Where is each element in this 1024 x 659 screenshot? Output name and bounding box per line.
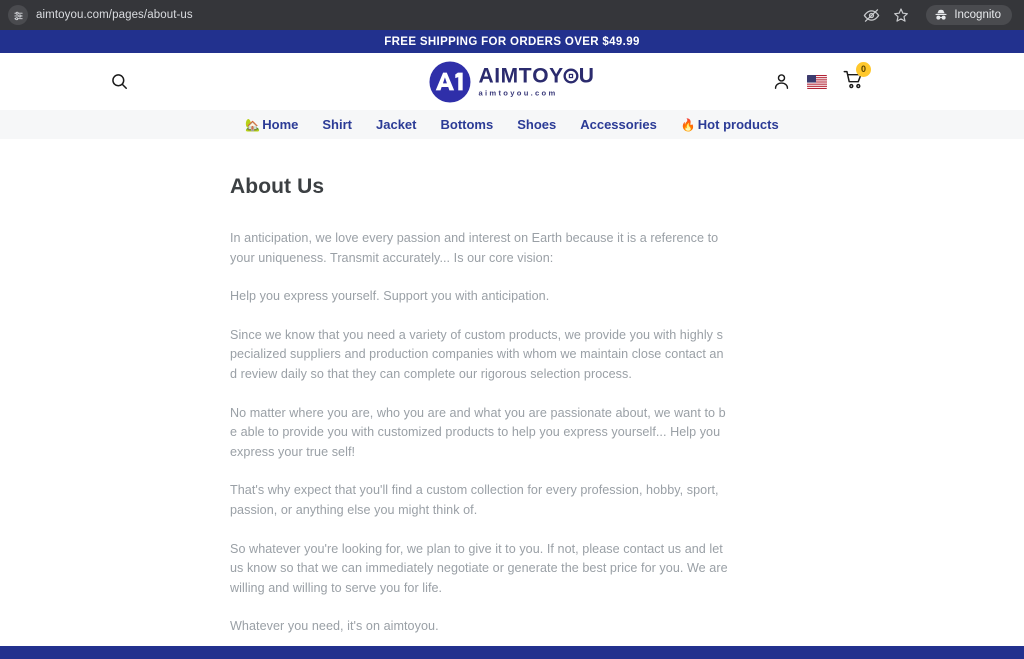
house-icon: 🏡 — [245, 117, 261, 132]
announcement-text: FREE SHIPPING FOR ORDERS OVER $49.99 — [384, 35, 640, 48]
nav-item-hot-products[interactable]: 🔥 Hot products — [681, 117, 779, 132]
about-paragraph-2: Help you express yourself. Support you w… — [230, 289, 550, 304]
logo-title-p3: Y — [549, 64, 564, 88]
nav-item-accessories[interactable]: Accessories — [580, 117, 657, 132]
logo-subtitle: aimtoyou.com — [478, 88, 558, 98]
nav-item-home[interactable]: 🏡 Home — [245, 117, 298, 132]
user-account-icon[interactable] — [772, 72, 791, 91]
about-paragraph-4: No matter where you are, who you are and… — [230, 405, 726, 459]
header-actions: 0 — [772, 61, 871, 95]
nav-item-bottoms[interactable]: Bottoms — [440, 117, 493, 132]
tune-icon[interactable] — [8, 5, 28, 25]
nav-label-jacket: Jacket — [376, 117, 417, 132]
logo-mark-icon — [429, 61, 471, 102]
nav-label-bottoms: Bottoms — [440, 117, 494, 132]
nav-label-hot-products: Hot products — [697, 117, 779, 132]
about-paragraph-1: In anticipation, we love every passion a… — [230, 231, 719, 265]
incognito-badge[interactable]: Incognito — [926, 5, 1012, 25]
browser-chrome-bar: aimtoyou.com/pages/about-us Incognito — [0, 0, 1024, 30]
fire-icon: 🔥 — [680, 117, 696, 132]
logo-title-p5: U — [578, 64, 595, 88]
incognito-icon — [934, 8, 948, 22]
about-us-content: About Us In anticipation, we love every … — [230, 175, 728, 637]
nav-item-shoes[interactable]: Shoes — [517, 117, 556, 132]
nav-item-shirt[interactable]: Shirt — [322, 117, 352, 132]
announcement-bar: FREE SHIPPING FOR ORDERS OVER $49.99 — [0, 30, 1024, 53]
about-paragraph-5: That's why expect that you'll find a cus… — [230, 483, 719, 517]
site-logo[interactable]: AIMT O Y U aimtoyou.com — [429, 61, 594, 102]
page-title: About Us — [230, 175, 325, 198]
site-header: AIMT O Y U aimtoyou.com 0 — [0, 53, 1024, 110]
main-navigation: 🏡 Home Shirt Jacket Bottoms Shoes Access… — [0, 110, 1024, 139]
nav-label-accessories: Accessories — [580, 117, 657, 132]
logo-title-p1: AIMT — [478, 64, 533, 88]
nav-item-jacket[interactable]: Jacket — [376, 117, 416, 132]
nav-label-shirt: Shirt — [322, 117, 352, 132]
site-footer-strip — [0, 646, 1024, 659]
incognito-label: Incognito — [954, 9, 1001, 21]
shopping-cart-icon[interactable]: 0 — [843, 61, 871, 95]
nav-label-home: Home — [262, 117, 299, 132]
search-icon[interactable] — [105, 68, 133, 96]
logo-globe-o-icon — [563, 68, 579, 84]
cart-count-badge: 0 — [856, 61, 871, 77]
about-paragraph-3: Since we know that you need a variety of… — [230, 327, 724, 381]
logo-wordmark: AIMT O Y U aimtoyou.com — [478, 66, 594, 98]
nav-label-shoes: Shoes — [517, 117, 557, 132]
address-bar-url[interactable]: aimtoyou.com/pages/about-us — [36, 9, 854, 21]
logo-title-p2: O — [532, 64, 550, 88]
browser-toolbar-actions: Incognito — [862, 5, 1016, 25]
star-icon[interactable] — [892, 6, 910, 24]
page-main: About Us In anticipation, we love every … — [0, 139, 1024, 659]
logo-title: AIMT O Y U — [478, 66, 594, 87]
about-paragraph-7: Whatever you need, it's on aimtoyou. — [230, 619, 439, 634]
us-flag-icon[interactable] — [807, 74, 827, 89]
about-paragraph-6: So whatever you're looking for, we plan … — [230, 541, 728, 595]
eye-off-icon[interactable] — [862, 6, 880, 24]
